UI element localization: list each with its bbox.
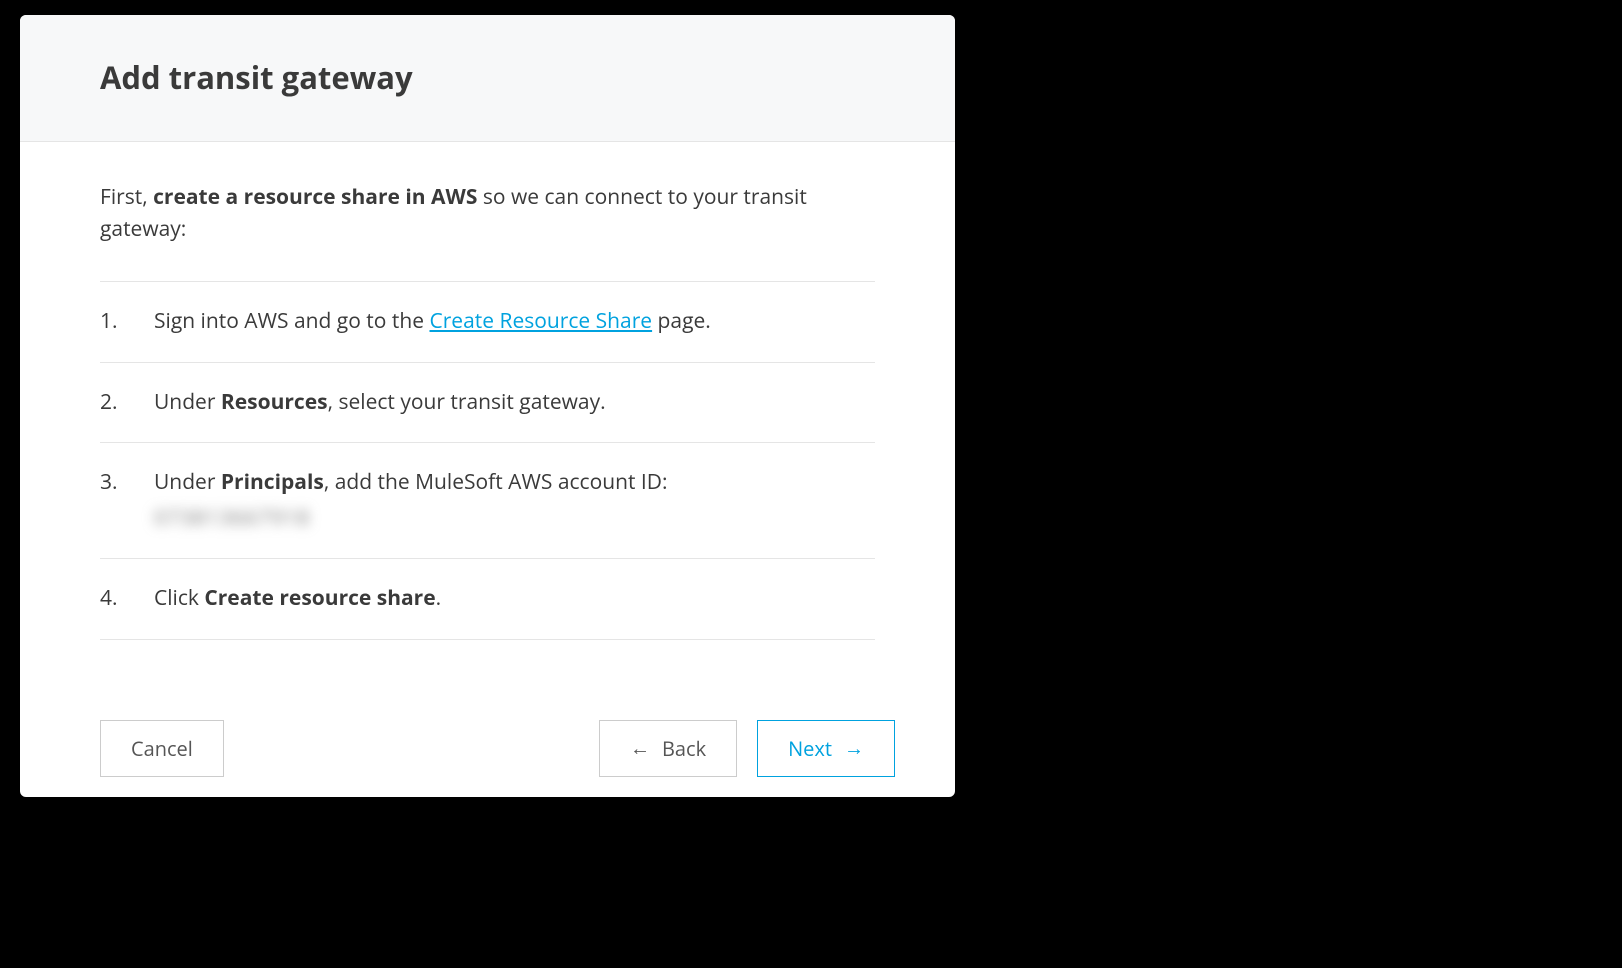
- step-number: 1.: [100, 306, 154, 338]
- modal-body: First, create a resource share in AWS so…: [20, 142, 955, 640]
- step-number: 3.: [100, 467, 154, 534]
- step-content: Sign into AWS and go to the Create Resou…: [154, 306, 875, 338]
- step-content: Under Resources, select your transit gat…: [154, 387, 875, 419]
- next-label: Next: [788, 735, 832, 762]
- cancel-label: Cancel: [131, 735, 193, 762]
- back-label: Back: [662, 735, 706, 762]
- modal-footer: Cancel ← Back Next →: [20, 640, 955, 797]
- step-1: 1. Sign into AWS and go to the Create Re…: [100, 282, 875, 363]
- next-button[interactable]: Next →: [757, 720, 895, 777]
- intro-text: First, create a resource share in AWS so…: [100, 182, 875, 245]
- add-transit-gateway-modal: Add transit gateway First, create a reso…: [20, 15, 955, 797]
- step-3: 3. Under Principals, add the MuleSoft AW…: [100, 443, 875, 559]
- redacted-account-id: 073813667918: [154, 503, 310, 535]
- intro-bold: create a resource share in AWS: [153, 183, 477, 211]
- step-list: 1. Sign into AWS and go to the Create Re…: [100, 281, 875, 640]
- footer-right: ← Back Next →: [599, 720, 895, 777]
- create-resource-share-link[interactable]: Create Resource Share: [429, 307, 652, 335]
- arrow-right-icon: →: [844, 738, 864, 758]
- step-4: 4. Click Create resource share.: [100, 559, 875, 640]
- step-content: Under Principals, add the MuleSoft AWS a…: [154, 467, 875, 534]
- cancel-button[interactable]: Cancel: [100, 720, 224, 777]
- step-number: 2.: [100, 387, 154, 419]
- back-button[interactable]: ← Back: [599, 720, 737, 777]
- step-number: 4.: [100, 583, 154, 615]
- step-2: 2. Under Resources, select your transit …: [100, 363, 875, 444]
- modal-header: Add transit gateway: [20, 15, 955, 142]
- arrow-left-icon: ←: [630, 738, 650, 758]
- modal-title: Add transit gateway: [100, 57, 895, 99]
- step-content: Click Create resource share.: [154, 583, 875, 615]
- intro-prefix: First,: [100, 183, 153, 211]
